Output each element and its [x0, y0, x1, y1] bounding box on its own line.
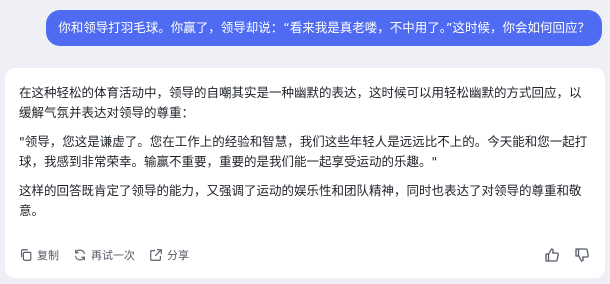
copy-button[interactable]: 复制 — [19, 247, 59, 263]
reply-action-bar: 复制 再试一次 分享 — [19, 246, 591, 264]
share-icon — [150, 249, 162, 261]
user-message-bubble: 你和领导打羽毛球。你赢了，领导却说：“看来我是真老喽，不中用了。”这时候，你会如… — [46, 10, 602, 46]
thumbs-down-icon — [575, 248, 589, 262]
feedback-group — [531, 246, 591, 264]
thumbs-up-icon — [545, 248, 559, 262]
reply-paragraph-summary: 这样的回答既肯定了领导的能力，又强调了运动的娱乐性和团队精神，同时也表达了对领导… — [19, 183, 582, 218]
retry-label: 再试一次 — [91, 249, 135, 262]
assistant-reply-card: 在这种轻松的体育活动中，领导的自嘲其实是一种幽默的表达，这时候可以用轻松幽默的方… — [5, 68, 605, 278]
reply-paragraph-intro: 在这种轻松的体育活动中，领导的自嘲其实是一种幽默的表达，这时候可以用轻松幽默的方… — [19, 85, 582, 120]
refresh-icon — [75, 249, 85, 261]
user-message-row: 你和领导打羽毛球。你赢了，领导却说：“看来我是真老喽，不中用了。”这时候，你会如… — [46, 10, 602, 46]
copy-icon — [21, 249, 32, 261]
copy-label: 复制 — [37, 249, 59, 262]
chat-page: 你和领导打羽毛球。你赢了，领导却说：“看来我是真老喽，不中用了。”这时候，你会如… — [0, 0, 610, 284]
share-button[interactable]: 分享 — [149, 247, 189, 263]
reply-paragraph-quote: "领导，您这是谦虚了。您在工作上的经验和智慧，我们这些年轻人是远远比不上的。今天… — [19, 134, 588, 169]
share-label: 分享 — [167, 249, 189, 262]
retry-button[interactable]: 再试一次 — [73, 247, 135, 263]
like-button[interactable] — [543, 246, 561, 264]
dislike-button[interactable] — [573, 246, 591, 264]
